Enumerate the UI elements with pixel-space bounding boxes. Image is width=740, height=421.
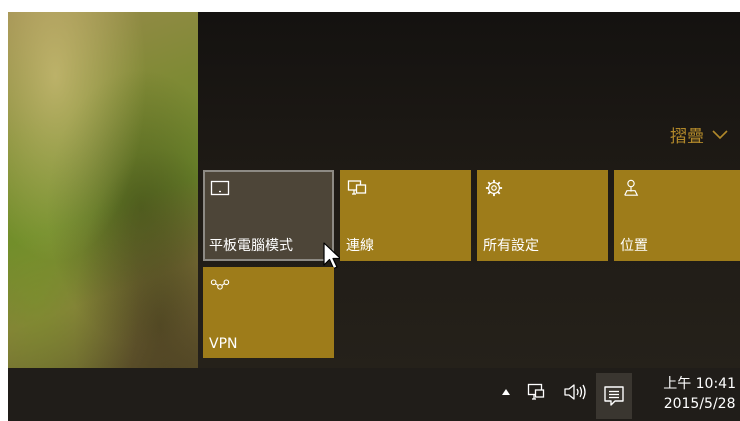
tile-label: 位置 xyxy=(620,238,648,254)
clock-date: 2015/5/28 xyxy=(663,396,736,412)
tile-label: 平板電腦模式 xyxy=(209,238,293,254)
action-center-panel: 摺疊 平板電腦模式 連線 所有設定 位置 VPN xyxy=(198,12,740,368)
network-icon[interactable] xyxy=(526,382,546,402)
collapse-button[interactable]: 摺疊 xyxy=(670,122,728,147)
gear-icon xyxy=(485,179,503,197)
vpn-icon xyxy=(210,279,230,290)
action-center-icon xyxy=(604,386,624,406)
tile-location[interactable]: 位置 xyxy=(614,170,740,261)
chevron-down-icon xyxy=(712,129,728,139)
tile-label: VPN xyxy=(209,336,238,352)
show-hidden-icons-arrow-icon[interactable] xyxy=(501,388,511,396)
taskbar: 上午 10:41 2015/5/28 xyxy=(8,368,740,421)
tile-vpn[interactable]: VPN xyxy=(203,267,334,358)
clock[interactable]: 上午 10:41 2015/5/28 xyxy=(663,374,736,414)
tile-label: 連線 xyxy=(346,238,374,254)
tile-tablet-mode[interactable]: 平板電腦模式 xyxy=(203,170,342,270)
clock-time: 上午 10:41 xyxy=(663,376,736,392)
tablet-mode-icon xyxy=(210,180,230,196)
desktop-wallpaper xyxy=(8,12,198,368)
connect-icon xyxy=(347,180,367,195)
tile-all-settings[interactable]: 所有設定 xyxy=(477,170,608,261)
tile-connect[interactable]: 連線 xyxy=(340,170,471,261)
action-center-button[interactable] xyxy=(596,373,632,419)
volume-icon[interactable] xyxy=(563,382,589,402)
screen: 摺疊 平板電腦模式 連線 所有設定 位置 VPN 上午 10:41 2015/5… xyxy=(8,12,740,421)
location-icon xyxy=(624,179,639,196)
collapse-label: 摺疊 xyxy=(670,127,704,147)
tile-label: 所有設定 xyxy=(483,238,539,254)
